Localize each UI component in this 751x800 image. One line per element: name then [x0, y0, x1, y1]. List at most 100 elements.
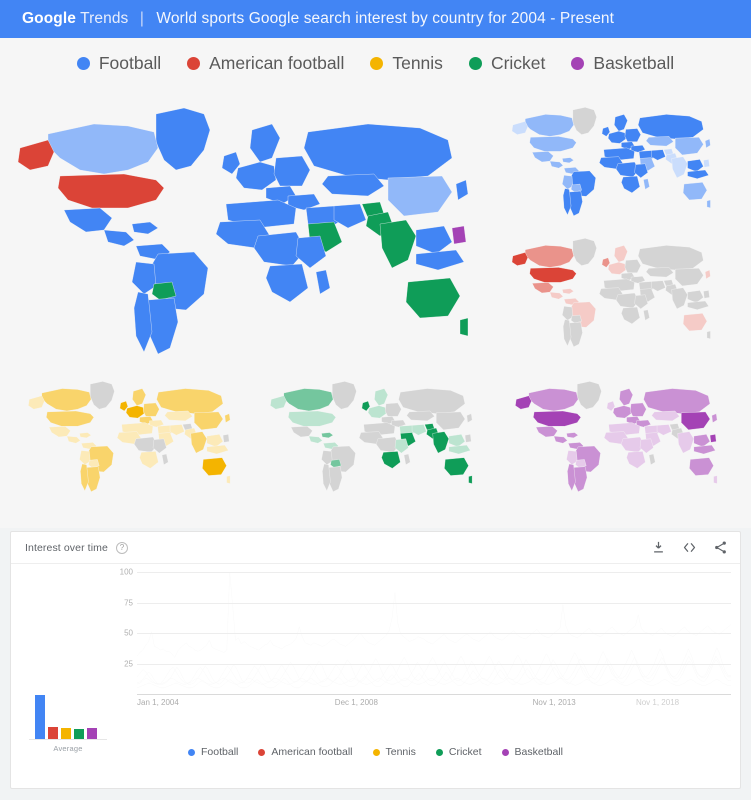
series-line-football — [137, 572, 731, 657]
map-region-westeurope — [236, 162, 276, 190]
map-region-russia — [638, 245, 703, 270]
map-region-eastafrica — [395, 439, 408, 453]
chart-legend-item-football[interactable]: Football — [188, 746, 238, 758]
average-bar-chart[interactable]: Average — [29, 692, 107, 754]
map-region-westeurope — [613, 406, 631, 419]
map-region-canada — [525, 114, 574, 136]
map-region-sea — [688, 290, 704, 302]
map-region-southafrica — [140, 451, 159, 468]
map-region-eastafrica — [635, 164, 648, 178]
legend-item-football[interactable]: Football — [76, 53, 161, 74]
legend-label-cricket: Cricket — [490, 52, 546, 73]
y-tick-100: 100 — [119, 567, 133, 577]
interest-over-time-card: Interest over time ? Average 25 50 75 10… — [10, 531, 741, 789]
map-region-southafrica — [621, 307, 640, 324]
map-region-centralamerica — [104, 230, 134, 246]
map-region-peru — [562, 175, 573, 189]
legend-label-tennis: Tennis — [392, 52, 443, 73]
map-region-westeurope — [126, 406, 144, 419]
map-region-philippines — [710, 434, 716, 442]
interest-over-time-actions — [651, 540, 728, 555]
y-tick-75: 75 — [124, 598, 133, 607]
map-region-newzealand — [714, 476, 718, 484]
share-icon[interactable] — [713, 540, 728, 555]
chart-legend-item-american-football[interactable]: American football — [258, 746, 353, 758]
map-region-caribbean — [562, 158, 573, 163]
embed-icon[interactable] — [682, 540, 697, 555]
small-map-basketball[interactable] — [495, 376, 733, 498]
map-region-canada — [525, 245, 574, 267]
map-region-australia — [202, 458, 226, 476]
legend-item-tennis[interactable]: Tennis — [370, 53, 443, 74]
map-region-bolivia — [575, 459, 586, 467]
legend-item-american-football[interactable]: American football — [187, 53, 344, 74]
average-bars — [29, 692, 107, 740]
map-region-peru — [562, 306, 573, 320]
map-region-peru — [566, 450, 577, 464]
map-region-iran — [651, 281, 665, 292]
chart-legend-item-cricket[interactable]: Cricket — [435, 746, 482, 758]
small-map-football[interactable] — [478, 102, 740, 222]
top-legend: Football American football Tennis Cricke… — [0, 38, 751, 88]
legend-label-basketball: Basketball — [593, 52, 675, 73]
map-region-japan — [456, 180, 468, 200]
map-region-canada — [48, 124, 158, 174]
map-region-usa — [46, 411, 94, 426]
map-region-usa — [288, 411, 336, 426]
map-region-japan — [705, 139, 710, 148]
small-map-american-football[interactable] — [478, 233, 740, 353]
help-icon[interactable]: ? — [115, 541, 128, 554]
map-region-alaska — [512, 252, 528, 265]
chart-legend-label-football: Football — [201, 746, 239, 758]
brand-trends: Trends — [80, 10, 129, 27]
map-region-easteurope — [625, 259, 641, 272]
map-region-alaska — [270, 396, 286, 409]
map-region-peru — [79, 450, 90, 464]
chart-legend-dot-tennis — [372, 748, 380, 756]
map-region-australia — [406, 278, 460, 318]
map-region-indonesia — [207, 445, 229, 454]
map-region-australia — [683, 313, 707, 331]
chart-legend-dot-basketball — [501, 748, 509, 756]
map-region-china — [675, 137, 703, 155]
map-region-usa — [58, 174, 164, 208]
map-region-madagascar — [316, 270, 330, 294]
map-region-japan — [705, 270, 710, 279]
map-region-madagascar — [643, 310, 649, 321]
map-region-mexico — [291, 426, 313, 437]
small-map-cricket[interactable] — [250, 376, 488, 498]
small-map-football-svg — [478, 102, 740, 222]
map-region-kazakh — [322, 174, 384, 196]
chart-legend-dot-football — [188, 748, 196, 756]
legend-dot-cricket — [468, 56, 482, 70]
map-region-australia — [683, 182, 707, 200]
map-region-mexico — [532, 282, 553, 293]
map-region-india — [672, 288, 688, 309]
map-region-iran — [170, 424, 184, 435]
map-region-philippines — [465, 434, 471, 442]
map-region-easteurope — [630, 403, 646, 416]
map-region-india — [191, 432, 207, 454]
map-region-china — [436, 412, 465, 430]
download-icon[interactable] — [651, 540, 666, 555]
map-region-iran — [412, 424, 426, 435]
page-title: Google Trends | World sports Google sear… — [22, 10, 614, 28]
map-region-kazakh — [407, 411, 435, 421]
average-bar-basketball — [87, 727, 97, 739]
legend-item-cricket[interactable]: Cricket — [468, 52, 546, 74]
chart-legend-item-basketball[interactable]: Basketball — [501, 746, 563, 758]
legend-item-basketball[interactable]: Basketball — [571, 53, 674, 74]
map-region-caribbean — [321, 433, 333, 438]
y-axis-labels: 25 50 75 100 — [111, 568, 133, 694]
average-bar-tennis — [61, 728, 71, 739]
small-map-tennis[interactable] — [8, 376, 246, 498]
main-world-map[interactable] — [8, 96, 468, 368]
maps-region — [0, 88, 751, 528]
map-region-newzealand — [707, 331, 711, 339]
map-region-newzealand — [460, 318, 468, 336]
map-region-philippines — [223, 434, 229, 442]
map-region-australia — [689, 458, 713, 476]
small-map-cricket-svg — [250, 376, 488, 498]
chart-legend-item-tennis[interactable]: Tennis — [372, 746, 416, 758]
x-axis-line — [137, 694, 731, 695]
